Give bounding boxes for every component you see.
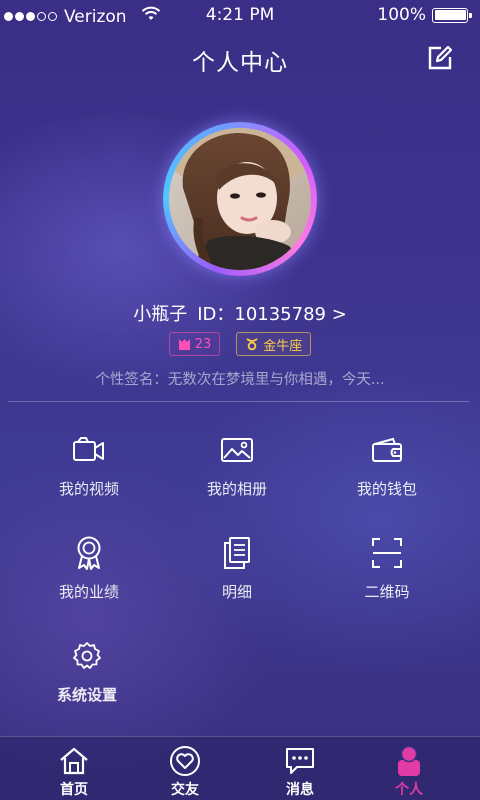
battery-fill	[434, 10, 466, 20]
menu-label: 我的钱包	[356, 480, 417, 498]
level-icon	[178, 338, 190, 350]
menu-label: 明细	[221, 583, 252, 601]
menu-details[interactable]: 明细	[177, 535, 297, 615]
chat-bubble-icon	[240, 745, 360, 777]
zodiac-value: 金牛座	[263, 338, 303, 354]
tab-label: 消息	[286, 782, 314, 798]
tab-bar: 首页 交友 消息 个人	[0, 736, 480, 800]
video-camera-icon	[29, 432, 149, 468]
user-id: ID：10135789 >	[197, 304, 347, 325]
divider	[8, 401, 470, 402]
menu-my-performance[interactable]: 我的业绩	[29, 535, 149, 615]
gear-icon	[27, 638, 147, 674]
menu-my-videos[interactable]: 我的视频	[29, 432, 149, 512]
screen: Verizon 4:21 PM 100% 个人中心 小瓶子 ID：1013578…	[0, 0, 480, 800]
menu-settings[interactable]: 系统设置	[27, 638, 147, 718]
badges: 23 金牛座	[0, 332, 480, 356]
tab-home[interactable]: 首页	[14, 737, 134, 800]
menu-label: 系统设置	[56, 686, 117, 704]
level-value: 23	[194, 336, 212, 352]
taurus-icon	[246, 338, 258, 351]
image-icon	[177, 432, 297, 468]
status-right: 100%	[377, 5, 472, 25]
zodiac-badge: 金牛座	[236, 332, 312, 356]
tab-me[interactable]: 个人	[349, 737, 469, 800]
battery-tip	[469, 12, 472, 18]
edit-icon	[428, 45, 453, 70]
page-title: 个人中心	[192, 50, 288, 76]
level-badge: 23	[168, 332, 221, 356]
wallet-icon	[327, 432, 447, 468]
home-icon	[14, 745, 134, 777]
user-icon	[349, 745, 469, 777]
edit-button[interactable]	[426, 44, 454, 72]
avatar-image	[169, 128, 311, 270]
document-icon	[177, 535, 297, 571]
menu-qrcode[interactable]: 二维码	[327, 535, 447, 615]
avatar-ring[interactable]	[163, 122, 317, 276]
nickname: 小瓶子	[133, 304, 188, 325]
signature: 个性签名：无数次在梦境里与你相遇，今天...	[95, 372, 385, 388]
menu-my-albums[interactable]: 我的相册	[177, 432, 297, 512]
profile-name-line[interactable]: 小瓶子 ID：10135789 >	[0, 300, 480, 326]
tab-label: 首页	[60, 782, 88, 798]
tab-label: 个人	[395, 782, 423, 798]
tab-label: 交友	[171, 782, 199, 798]
menu-label: 我的业绩	[58, 583, 119, 601]
battery-percent: 100%	[377, 5, 426, 25]
award-icon	[29, 535, 149, 571]
menu-label: 我的视频	[58, 480, 119, 498]
tab-messages[interactable]: 消息	[240, 737, 360, 800]
menu-my-wallet[interactable]: 我的钱包	[327, 432, 447, 512]
battery-icon	[432, 7, 472, 23]
avatar	[169, 128, 311, 270]
status-bar: Verizon 4:21 PM 100%	[0, 0, 480, 32]
menu-label: 二维码	[364, 583, 410, 601]
heart-icon	[125, 745, 245, 777]
tab-friends[interactable]: 交友	[125, 737, 245, 800]
menu-label: 我的相册	[206, 480, 267, 498]
scan-icon	[327, 535, 447, 571]
